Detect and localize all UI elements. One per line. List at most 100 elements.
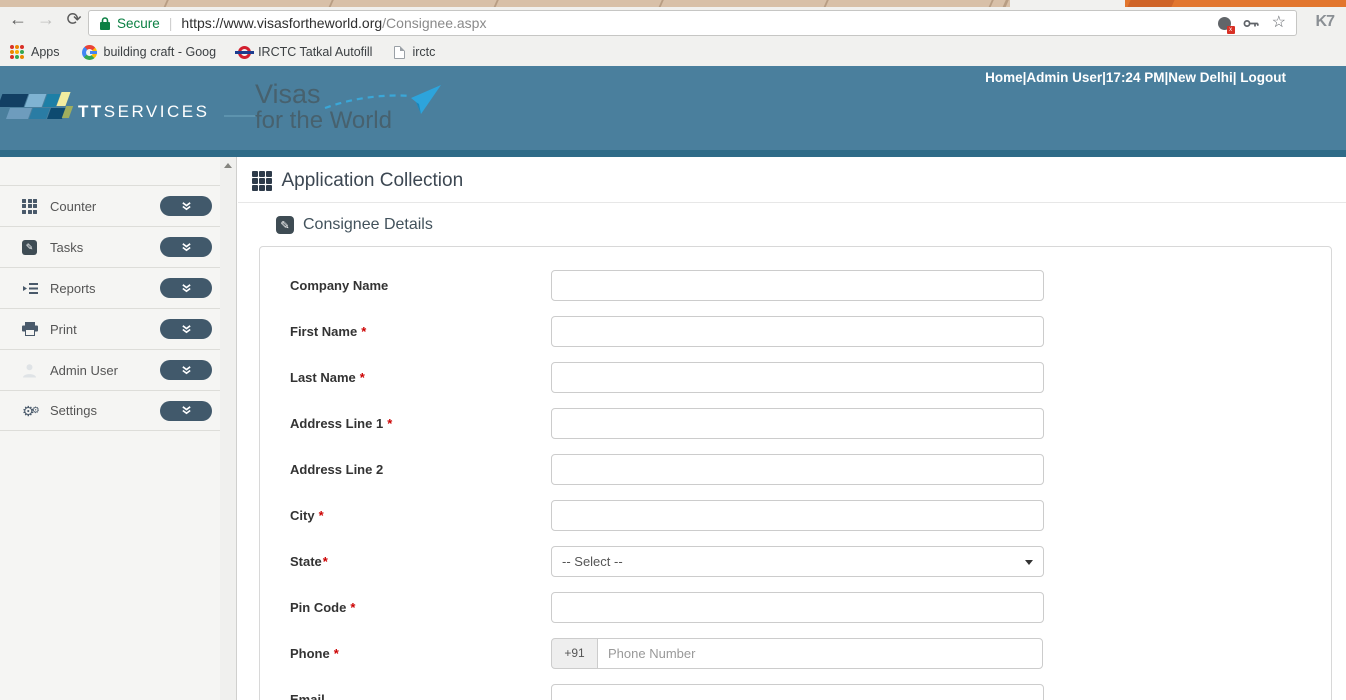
sidebar: Counter ✎ Tasks Reports Print Adm	[0, 157, 220, 700]
expand-button[interactable]	[160, 237, 212, 257]
bookmark-star-icon[interactable]: ☆	[1272, 15, 1286, 31]
sidebar-item-label: Admin User	[50, 363, 118, 378]
sidebar-item-counter[interactable]: Counter	[0, 185, 220, 226]
field-label: First Name*	[290, 324, 551, 339]
field-label: Address Line 2	[290, 462, 551, 477]
form-row-pin-code: Pin Code*	[260, 584, 1331, 630]
sidebar-item-label: Settings	[50, 403, 97, 418]
sidebar-item-admin-user[interactable]: Admin User	[0, 349, 220, 390]
address-line-1-input[interactable]	[551, 408, 1044, 439]
first-name-input[interactable]	[551, 316, 1044, 347]
field-label: Company Name	[290, 278, 551, 293]
field-label: Last Name*	[290, 370, 551, 385]
inactive-tabs[interactable]	[0, 0, 1010, 7]
expand-button[interactable]	[160, 360, 212, 380]
sidebar-item-label: Tasks	[50, 240, 83, 255]
email-input[interactable]	[551, 684, 1044, 700]
form-row-company-name: Company Name	[260, 262, 1331, 308]
double-chevron-down-icon	[181, 405, 192, 416]
forward-icon[interactable]: →	[34, 9, 58, 30]
sidebar-item-label: Counter	[50, 199, 96, 214]
url-path: /Consignee.aspx	[382, 15, 486, 31]
phone-input[interactable]	[597, 638, 1043, 669]
sidebar-item-label: Reports	[50, 281, 96, 296]
refresh-icon[interactable]: ⟳	[62, 9, 86, 30]
expand-button[interactable]	[160, 278, 212, 298]
city-input[interactable]	[551, 500, 1044, 531]
state-select[interactable]: -- Select --	[551, 546, 1044, 577]
extension-badge: x	[1227, 26, 1235, 34]
ttservices-logo: TTSERVICES	[0, 86, 230, 134]
phone-prefix: +91	[551, 638, 598, 669]
sidebar-item-label: Print	[50, 322, 77, 337]
back-icon[interactable]: ←	[6, 9, 30, 30]
triangle-up-icon	[224, 163, 232, 168]
apps-shortcut[interactable]: Apps	[10, 45, 60, 59]
address-bar[interactable]: Secure | https://www.visasfortheworld.or…	[88, 10, 1297, 36]
form-row-state: State* -- Select --	[260, 538, 1331, 584]
extension-icon[interactable]: x	[1218, 17, 1231, 30]
bookmark-label: Apps	[31, 45, 60, 59]
grid-icon	[252, 171, 272, 191]
form-row-city: City*	[260, 492, 1331, 538]
company-name-input[interactable]	[551, 270, 1044, 301]
irctc-roundel-icon	[238, 46, 251, 59]
document-icon	[394, 46, 405, 59]
bookmark-label: IRCTC Tatkal Autofill	[258, 45, 372, 59]
main-content: Application Collection ✎ Consignee Detai…	[238, 157, 1346, 700]
required-asterisk: *	[323, 554, 328, 569]
form-row-first-name: First Name*	[260, 308, 1331, 354]
form-row-address-line-1: Address Line 1*	[260, 400, 1331, 446]
scrollbar-up-button[interactable]	[220, 157, 236, 174]
browser-toolbar: ← → ⟳ Secure | https://www.visasforthewo…	[0, 7, 1346, 38]
double-chevron-down-icon	[181, 201, 192, 212]
expand-button[interactable]	[160, 401, 212, 421]
sidebar-item-tasks[interactable]: ✎ Tasks	[0, 226, 220, 267]
list-icon	[22, 282, 42, 295]
address-line-2-input[interactable]	[551, 454, 1044, 485]
padlock-icon	[99, 16, 111, 31]
bookmark-item[interactable]: irctc	[394, 45, 435, 59]
double-chevron-down-icon	[181, 242, 192, 253]
double-chevron-down-icon	[181, 365, 192, 376]
header-nav-links[interactable]: Home|Admin User|17:24 PM|New Delhi| Logo…	[985, 70, 1286, 85]
required-asterisk: *	[361, 324, 366, 339]
bookmark-item[interactable]: IRCTC Tatkal Autofill	[238, 45, 372, 59]
field-label: Pin Code*	[290, 600, 551, 615]
required-asterisk: *	[334, 646, 339, 661]
site-header: Home|Admin User|17:24 PM|New Delhi| Logo…	[0, 66, 1346, 150]
required-asterisk: *	[387, 416, 392, 431]
bookmark-label: building craft - Goog	[104, 45, 217, 59]
brand-text: TTSERVICES	[78, 102, 209, 122]
form-row-last-name: Last Name*	[260, 354, 1331, 400]
divider	[238, 202, 1346, 203]
form-row-phone: Phone* +91	[260, 630, 1331, 676]
expand-button[interactable]	[160, 319, 212, 339]
last-name-input[interactable]	[551, 362, 1044, 393]
printer-icon	[22, 322, 42, 336]
expand-button[interactable]	[160, 196, 212, 216]
section-title: Consignee Details	[303, 216, 433, 234]
consignee-form-panel: Company Name First Name* Last Name* Addr…	[259, 246, 1332, 700]
key-icon[interactable]	[1243, 18, 1260, 29]
k7-extension-icon[interactable]: K7	[1316, 13, 1334, 31]
bookmark-label: irctc	[412, 45, 435, 59]
required-asterisk: *	[319, 508, 324, 523]
gears-icon: ⚙⚙	[22, 404, 42, 418]
field-label: Phone*	[290, 646, 551, 661]
bookmark-item[interactable]: building craft - Goog	[82, 45, 217, 60]
sidebar-item-print[interactable]: Print	[0, 308, 220, 349]
sidebar-item-settings[interactable]: ⚙⚙ Settings	[0, 390, 220, 431]
required-asterisk: *	[350, 600, 355, 615]
required-asterisk: *	[360, 370, 365, 385]
sidebar-item-reports[interactable]: Reports	[0, 267, 220, 308]
scrollbar[interactable]	[220, 157, 237, 700]
new-tab-button[interactable]	[1127, 0, 1174, 7]
field-label: State*	[290, 554, 551, 569]
form-row-address-line-2: Address Line 2	[260, 446, 1331, 492]
grid-icon	[22, 199, 42, 214]
bookmarks-bar: Apps building craft - Goog IRCTC Tatkal …	[0, 38, 1346, 66]
double-chevron-down-icon	[181, 283, 192, 294]
edit-icon: ✎	[276, 216, 294, 234]
pin-code-input[interactable]	[551, 592, 1044, 623]
